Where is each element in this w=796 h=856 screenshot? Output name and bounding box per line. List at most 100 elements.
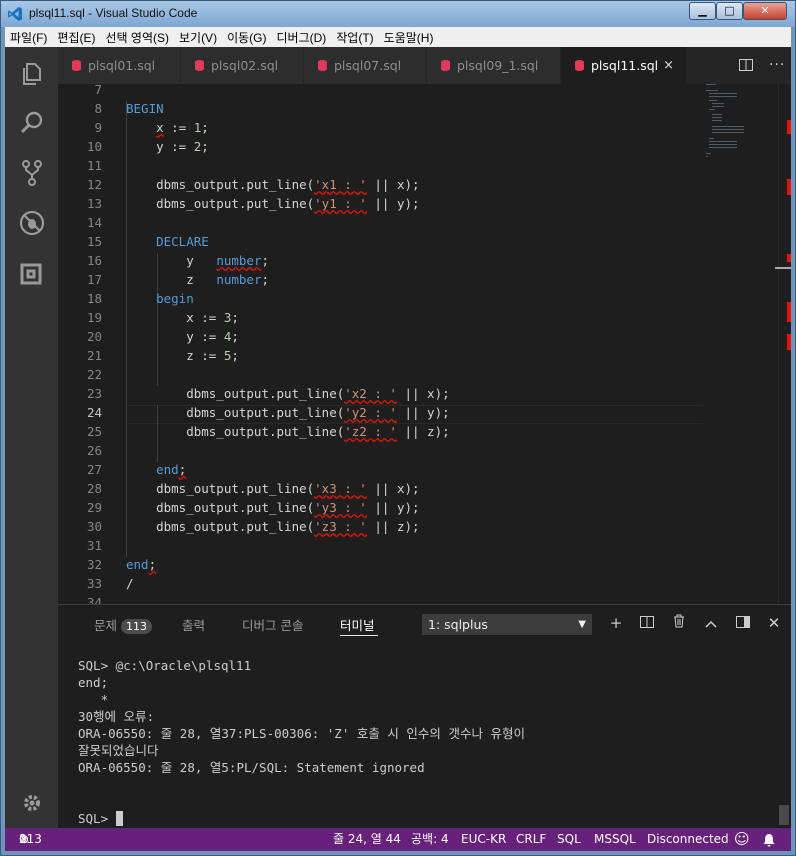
tab-problems[interactable]: 문제 113 xyxy=(94,615,153,634)
line-number: 9 xyxy=(94,120,102,135)
tab-plsql07[interactable]: plsql07.sql xyxy=(304,47,427,84)
menu-go[interactable]: 이동(G) xyxy=(222,27,271,47)
maximize-button[interactable]: □ xyxy=(716,2,743,20)
menu-selection[interactable]: 선택 영역(S) xyxy=(100,27,174,47)
tab-terminal[interactable]: 터미널 xyxy=(340,615,375,634)
line-number: 27 xyxy=(86,462,102,477)
close-panel-icon[interactable]: ✕ xyxy=(763,611,785,635)
more-actions-icon[interactable]: ··· xyxy=(769,47,785,84)
activity-bar xyxy=(5,47,58,828)
line-number: 13 xyxy=(86,196,102,211)
code-line: y := 4; xyxy=(126,329,239,344)
tab-label: plsql02.sql xyxy=(211,58,279,73)
database-icon xyxy=(72,60,81,71)
title-bar: plsql11.sql - Visual Studio Code ▁ □ ✕ xyxy=(1,1,795,27)
line-number: 7 xyxy=(94,84,102,97)
language-mode[interactable]: SQL xyxy=(557,828,581,851)
menu-help[interactable]: 도움말(H) xyxy=(379,27,439,47)
chevron-down-icon: ▼ xyxy=(578,619,586,630)
database-icon xyxy=(318,60,327,71)
tab-close-icon[interactable]: × xyxy=(663,47,674,84)
terminal-select-value: 1: sqlplus xyxy=(428,617,488,632)
extensions-icon[interactable] xyxy=(5,249,58,297)
menu-view[interactable]: 보기(V) xyxy=(174,27,222,47)
code-line: dbms_output.put_line('x1 : ' || x); xyxy=(126,177,420,192)
sql-dialect[interactable]: MSSQL xyxy=(594,828,636,851)
warning-count: 0 xyxy=(19,832,27,846)
split-editor-icon[interactable] xyxy=(739,47,753,84)
editor-scrollbar[interactable] xyxy=(775,84,791,604)
tab-debug-console[interactable]: 디버그 콘솔 xyxy=(242,615,303,634)
terminal-line: ORA-06550: 줄 28, 열5:PL/SQL: Statement ig… xyxy=(78,760,425,775)
code-line: y number; xyxy=(126,253,269,268)
code-line: begin xyxy=(126,291,194,306)
problems-count-badge: 113 xyxy=(121,619,153,634)
line-ending[interactable]: CRLF xyxy=(516,828,546,851)
close-window-button[interactable]: ✕ xyxy=(743,2,787,20)
encoding[interactable]: EUC-KR xyxy=(461,828,506,851)
database-icon xyxy=(195,60,204,71)
line-number: 14 xyxy=(86,215,102,230)
line-number: 34 xyxy=(86,595,102,604)
menu-edit[interactable]: 편집(E) xyxy=(52,27,100,47)
terminal-line: end; xyxy=(78,675,109,690)
window-title: plsql11.sql - Visual Studio Code xyxy=(29,6,198,20)
new-terminal-icon[interactable]: + xyxy=(605,611,627,635)
line-number: 11 xyxy=(86,158,102,173)
menu-file[interactable]: 파일(F) xyxy=(5,27,52,47)
tab-output[interactable]: 출력 xyxy=(182,615,205,634)
tab-plsql02[interactable]: plsql02.sql xyxy=(181,47,304,84)
menu-debug[interactable]: 디버그(D) xyxy=(271,27,331,47)
bottom-panel: 문제 113 출력 디버그 콘솔 터미널 1: sqlplus ▼ + ✕ SQL>… xyxy=(58,604,791,828)
indentation[interactable]: 공백: 4 xyxy=(411,828,449,851)
code-editor[interactable]: 7 8 BEGIN 9 x := 1; 10 y := 2; 11 12 dbm… xyxy=(58,84,791,604)
code-line: end; xyxy=(156,462,187,477)
chevron-up-icon[interactable] xyxy=(700,611,722,635)
settings-gear-icon[interactable] xyxy=(5,779,58,827)
terminal-prompt: SQL> xyxy=(78,811,116,826)
code-line: BEGIN xyxy=(126,101,164,116)
minimize-button[interactable]: ▁ xyxy=(689,2,716,20)
terminal-output[interactable]: SQL> @c:\Oracle\plsql11 end; * 30행에 오류: ORA… xyxy=(78,657,525,827)
tab-label: plsql09_1.sql xyxy=(457,58,539,73)
connection-status[interactable]: Disconnected xyxy=(647,828,729,851)
terminal-select[interactable]: 1: sqlplus ▼ xyxy=(422,614,592,635)
line-number: 8 xyxy=(94,101,102,116)
line-number: 21 xyxy=(86,348,102,363)
bell-icon[interactable] xyxy=(763,828,775,855)
code-line: z := 5; xyxy=(126,348,239,363)
line-number: 30 xyxy=(86,519,102,534)
menu-bar: 파일(F) 편집(E) 선택 영역(S) 보기(V) 이동(G) 디버그(D) 작업(T) 도… xyxy=(5,27,791,47)
line-number: 20 xyxy=(86,329,102,344)
active-tab-underline xyxy=(340,635,378,636)
line-number: 26 xyxy=(86,443,102,458)
terminal-line: 잘못되었습니다 xyxy=(78,743,159,758)
tab-plsql01[interactable]: plsql01.sql xyxy=(58,47,181,84)
menu-tasks[interactable]: 작업(T) xyxy=(331,27,378,47)
split-terminal-icon[interactable] xyxy=(636,611,658,635)
cursor-position[interactable]: 줄 24, 열 44 xyxy=(333,828,401,851)
tab-plsql09-1[interactable]: plsql09_1.sql xyxy=(427,47,561,84)
problems-label: 문제 xyxy=(94,618,118,633)
code-line: dbms_output.put_line('x3 : ' || x); xyxy=(126,481,420,496)
feedback-smiley-icon[interactable]: ☺ xyxy=(734,828,750,851)
search-icon[interactable] xyxy=(5,99,58,147)
explorer-icon[interactable] xyxy=(5,49,58,97)
minimap[interactable] xyxy=(703,84,778,604)
code-line: / xyxy=(126,576,134,591)
toggle-panel-icon[interactable] xyxy=(732,611,754,635)
database-icon xyxy=(575,60,584,71)
debug-icon[interactable] xyxy=(5,199,58,247)
terminal-scrollbar[interactable] xyxy=(779,805,789,825)
terminal-line: * xyxy=(78,692,109,707)
code-line: x := 3; xyxy=(126,310,239,325)
source-control-icon[interactable] xyxy=(5,149,58,197)
trash-icon[interactable] xyxy=(668,611,690,635)
code-line: x := 1; xyxy=(156,120,209,135)
status-bar: ⊗ 113 ⚠ 0 줄 24, 열 44 공백: 4 EUC-KR CRLF S… xyxy=(5,828,791,851)
code-line: dbms_output.put_line('x2 : ' || x); xyxy=(126,386,450,401)
terminal-cursor xyxy=(115,811,123,826)
line-number: 24 xyxy=(86,405,102,420)
tab-plsql11[interactable]: plsql11.sql × xyxy=(561,47,687,84)
